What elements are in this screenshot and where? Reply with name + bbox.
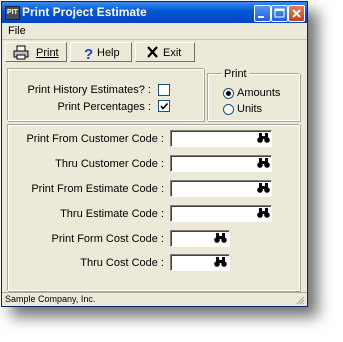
print-button[interactable]: Print [5, 42, 67, 62]
help-button[interactable]: ? Help [70, 42, 132, 62]
toolbar: Print ? Help Exit [2, 40, 307, 66]
help-button-label: Help [97, 47, 120, 59]
svg-text:?: ? [84, 46, 93, 61]
binoculars-icon[interactable] [214, 256, 227, 267]
menu-bar: File [2, 23, 307, 40]
binoculars-icon[interactable] [257, 207, 270, 218]
units-label: Units [237, 103, 263, 115]
minimize-button[interactable] [254, 5, 271, 22]
print-group-legend: Print [222, 68, 249, 80]
maximize-icon [274, 8, 285, 18]
print-project-estimate-window: PIT Print Project Estimate File Print ? [1, 1, 308, 307]
window-title: Print Project Estimate [22, 5, 147, 19]
thru-cost-label: Thru Cost Code : [80, 257, 164, 269]
amounts-radio[interactable] [223, 88, 234, 99]
exit-button-label: Exit [163, 47, 182, 59]
binoculars-icon[interactable] [214, 232, 227, 243]
thru-estimate-label: Thru Estimate Code : [60, 208, 164, 220]
history-estimates-checkbox[interactable] [158, 84, 170, 96]
exit-button[interactable]: Exit [135, 42, 195, 62]
close-icon [292, 9, 301, 18]
menu-file[interactable]: File [8, 25, 26, 37]
history-estimates-label: Print History Estimates? : [27, 84, 151, 96]
binoculars-icon[interactable] [257, 132, 270, 143]
maximize-button[interactable] [271, 5, 288, 22]
binoculars-icon[interactable] [257, 182, 270, 193]
app-icon: PIT [5, 6, 20, 20]
radio-selected-dot [226, 91, 231, 96]
resize-grip-icon[interactable] [295, 295, 305, 305]
status-bar: Sample Company, Inc. [2, 292, 307, 307]
print-button-label: Print [36, 47, 59, 59]
question-mark-icon: ? [84, 46, 93, 61]
from-estimate-label: Print From Estimate Code : [31, 183, 164, 195]
from-cost-label: Print Form Cost Code : [51, 233, 164, 245]
thru-customer-label: Thru Customer Code : [55, 158, 164, 170]
minimize-icon [258, 16, 264, 18]
title-bar[interactable]: PIT Print Project Estimate [2, 2, 307, 23]
percentages-checkbox[interactable] [158, 100, 170, 112]
company-name: Sample Company, Inc. [5, 294, 96, 304]
x-icon [147, 46, 158, 58]
from-customer-label: Print From Customer Code : [26, 133, 164, 145]
checkmark-icon [160, 102, 169, 110]
units-radio[interactable] [223, 104, 234, 115]
printer-icon [13, 45, 29, 60]
percentages-label: Print Percentages : [57, 101, 151, 113]
close-button[interactable] [288, 5, 305, 22]
amounts-label: Amounts [237, 87, 281, 99]
binoculars-icon[interactable] [257, 157, 270, 168]
